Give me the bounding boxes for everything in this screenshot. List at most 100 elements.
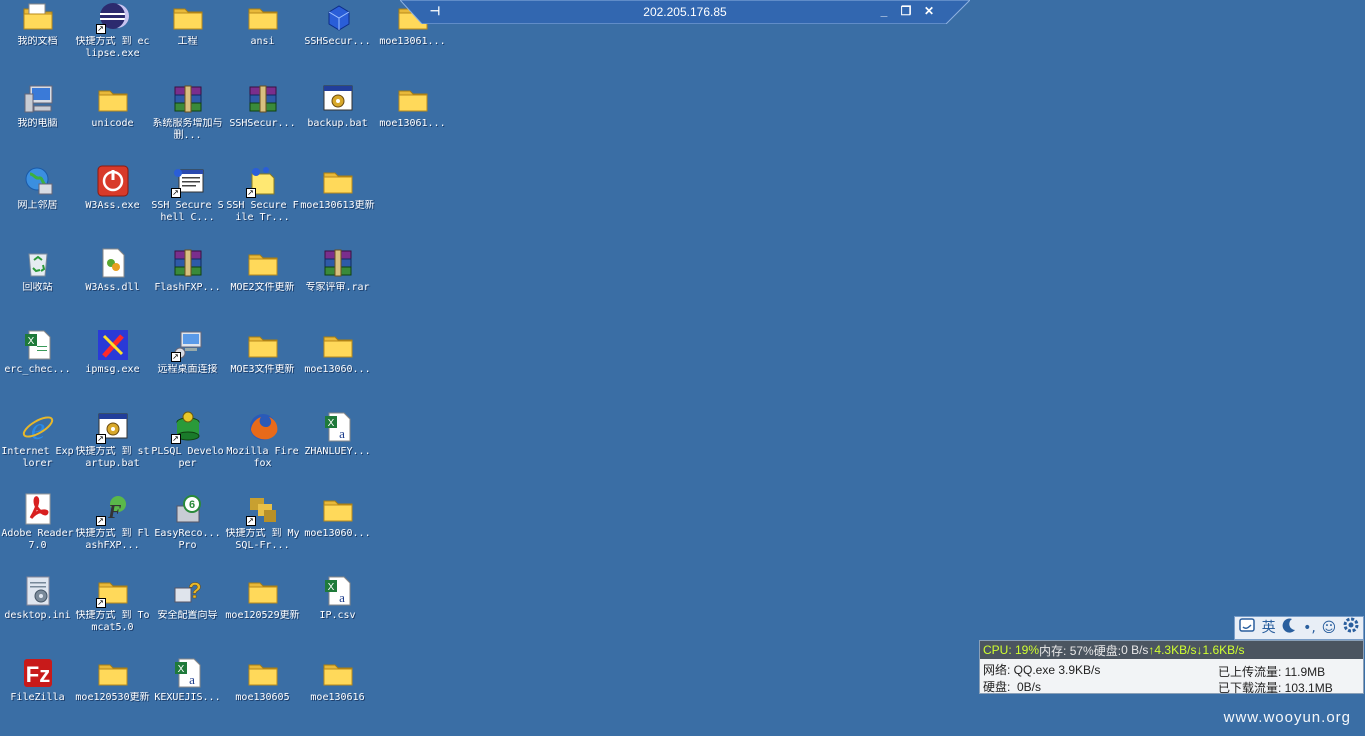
batch-file-icon: ↗ bbox=[95, 410, 130, 444]
minimize-button[interactable]: _ bbox=[877, 4, 891, 18]
svg-text:?: ? bbox=[188, 578, 201, 603]
desktop-icon-label: FlashFXP... bbox=[154, 282, 221, 293]
desktop-icon-label: SSHSecur... bbox=[304, 36, 371, 47]
ipmsg-icon bbox=[96, 328, 130, 362]
winrar-icon bbox=[321, 246, 355, 280]
folder-icon bbox=[246, 574, 280, 608]
desktop-icon[interactable]: ipmsg.exe bbox=[75, 328, 150, 408]
system-monitor-widget: CPU: 19% 内存: 57% 硬盘: 0 B/s ↑ 4.3KB/s ↓ 1… bbox=[979, 640, 1364, 695]
desktop-icon[interactable]: ↗ 快捷方式 到 MySQL-Fr... bbox=[225, 492, 300, 572]
desktop-icon[interactable]: 专家评审.rar bbox=[300, 246, 375, 326]
svg-text:X: X bbox=[327, 418, 334, 429]
desktop-icon-label: moe13060... bbox=[304, 528, 371, 539]
svg-text:X: X bbox=[327, 582, 334, 593]
excel-file-icon: X bbox=[21, 328, 55, 362]
desktop-icon[interactable]: F ↗ 快捷方式 到 FlashFXP... bbox=[75, 492, 150, 572]
desktop-icon[interactable]: ↗ PLSQL Developer bbox=[150, 410, 225, 490]
shortcut-arrow-icon: ↗ bbox=[95, 598, 106, 608]
desktop-icon[interactable]: moe13060... bbox=[300, 492, 375, 572]
desktop-icon[interactable]: Mozilla Firefox bbox=[225, 410, 300, 490]
desktop-icon[interactable]: W3Ass.dll bbox=[75, 246, 150, 326]
desktop-icon[interactable]: SSHSecur... bbox=[300, 0, 375, 80]
desktop-icon[interactable]: ↗ SSH Secure File Tr... bbox=[225, 164, 300, 244]
settings-gear-icon[interactable] bbox=[1342, 616, 1360, 640]
disk-label: 硬盘: bbox=[1093, 643, 1122, 658]
desktop-icon[interactable]: moe130616 bbox=[300, 656, 375, 736]
close-button[interactable]: ✕ bbox=[922, 4, 936, 18]
memory-label: 内存: 57% bbox=[1039, 643, 1094, 658]
desktop-icon[interactable]: moe130613更新 bbox=[300, 164, 375, 244]
desktop-icon[interactable]: Xa KEXUEJIS... bbox=[150, 656, 225, 736]
desktop-icon-label: Adobe Reader 7.0 bbox=[1, 528, 74, 551]
restore-button[interactable]: ❐ bbox=[899, 4, 913, 18]
desktop-icon[interactable]: Xa IP.csv bbox=[300, 574, 375, 654]
desktop-icon[interactable]: desktop.ini bbox=[0, 574, 75, 654]
csv-file-icon: Xa bbox=[171, 656, 205, 690]
desktop-icon[interactable]: 回收站 bbox=[0, 246, 75, 326]
desktop-icon[interactable]: moe13061... bbox=[375, 82, 450, 162]
desktop-icon[interactable]: FlashFXP... bbox=[150, 246, 225, 326]
punctuation-icon[interactable]: •, bbox=[1303, 618, 1316, 638]
desktop-icon[interactable]: ? 安全配置向导 bbox=[150, 574, 225, 654]
ime-toolbar[interactable]: 英 •, ☺ bbox=[1234, 616, 1364, 640]
desktop-icon[interactable]: Fz FileZilla bbox=[0, 656, 75, 736]
desktop-icon-label: desktop.ini bbox=[4, 610, 71, 621]
desktop-icon[interactable]: SSHSecur... bbox=[225, 82, 300, 162]
half-width-moon-icon[interactable] bbox=[1281, 617, 1297, 639]
smiley-icon[interactable]: ☺ bbox=[1322, 618, 1337, 638]
desktop-icon[interactable]: ↗ 快捷方式 到 startup.bat bbox=[75, 410, 150, 490]
desktop-icon-label: Mozilla Firefox bbox=[226, 446, 299, 469]
shortcut-arrow-icon: ↗ bbox=[95, 434, 106, 444]
svg-text:6: 6 bbox=[188, 499, 194, 511]
desktop-icon[interactable]: 网上邻居 bbox=[0, 164, 75, 244]
desktop-icon[interactable]: unicode bbox=[75, 82, 150, 162]
desktop-icon[interactable]: W3Ass.exe bbox=[75, 164, 150, 244]
desktop-icon[interactable]: 工程 bbox=[150, 0, 225, 80]
desktop-icon-label: moe120530更新 bbox=[75, 692, 150, 703]
folder-icon bbox=[96, 656, 130, 690]
folder-icon bbox=[246, 0, 280, 34]
flashfxp-icon: F ↗ bbox=[95, 492, 130, 526]
desktop-icon[interactable]: 系统服务增加与删... bbox=[150, 82, 225, 162]
desktop-icon[interactable]: moe130605 bbox=[225, 656, 300, 736]
firefox-icon bbox=[246, 410, 280, 444]
desktop-icon[interactable]: Xerc_chec... bbox=[0, 328, 75, 408]
my-documents-icon bbox=[21, 0, 55, 34]
desktop-icon[interactable]: MOE3文件更新 bbox=[225, 328, 300, 408]
desktop-icon[interactable]: moe120529更新 bbox=[225, 574, 300, 654]
monitor-summary-row: CPU: 19% 内存: 57% 硬盘: 0 B/s ↑ 4.3KB/s ↓ 1… bbox=[980, 641, 1363, 659]
desktop-icon[interactable]: moe120530更新 bbox=[75, 656, 150, 736]
ssh-package-icon bbox=[321, 0, 355, 34]
desktop-icon[interactable]: Adobe Reader 7.0 bbox=[0, 492, 75, 572]
remote-desktop-connection-bar[interactable]: ⊣ 202.205.176.85 _ ❐ ✕ bbox=[400, 0, 970, 24]
desktop-icon[interactable]: ↗ SSH Secure Shell C... bbox=[150, 164, 225, 244]
desktop-icon[interactable]: 我的电脑 bbox=[0, 82, 75, 162]
desktop-icon[interactable]: 我的文档 bbox=[0, 0, 75, 80]
disk-rate: 0 B/s bbox=[1121, 643, 1149, 657]
monitor-detail: 网络: QQ.exe 3.9KB/s 硬盘: 0B/s 已上传流量: 11.9M… bbox=[980, 659, 1363, 695]
desktop-icon-label: W3Ass.exe bbox=[85, 200, 140, 211]
desktop-icon[interactable]: ↗ 快捷方式 到 eclipse.exe bbox=[75, 0, 150, 80]
desktop-icon[interactable]: Xa ZHANLUEY... bbox=[300, 410, 375, 490]
recycle-bin-icon bbox=[21, 246, 55, 280]
desktop-icon-label: moe13060... bbox=[304, 364, 371, 375]
english-mode-icon[interactable]: 英 bbox=[1262, 618, 1276, 638]
desktop-icon[interactable]: ↗ 快捷方式 到 Tomcat5.0 bbox=[75, 574, 150, 654]
dll-file-icon bbox=[96, 246, 130, 280]
desktop-icon[interactable]: backup.bat bbox=[300, 82, 375, 162]
ime-logo-icon[interactable] bbox=[1238, 616, 1256, 640]
desktop-icon[interactable]: 6 EasyReco... Pro bbox=[150, 492, 225, 572]
ssh-file-transfer-icon: ↗ bbox=[245, 164, 280, 198]
desktop-icon-label: 快捷方式 到 Tomcat5.0 bbox=[75, 610, 150, 633]
desktop-icon[interactable]: ansi bbox=[225, 0, 300, 80]
desktop-icon[interactable]: MOE2文件更新 bbox=[225, 246, 300, 326]
svg-text:Fz: Fz bbox=[25, 662, 49, 687]
mysql-icon: ↗ bbox=[245, 492, 280, 526]
desktop-icon[interactable]: ↗ 远程桌面连接 bbox=[150, 328, 225, 408]
folder-icon bbox=[171, 0, 205, 34]
desktop-icon[interactable]: e Internet Explorer bbox=[0, 410, 75, 490]
desktop-icon[interactable]: moe13060... bbox=[300, 328, 375, 408]
ini-file-icon bbox=[21, 574, 55, 608]
network-usage: 网络: QQ.exe 3.9KB/s bbox=[983, 663, 1101, 677]
desktop-icon-label: moe13061... bbox=[379, 36, 446, 47]
